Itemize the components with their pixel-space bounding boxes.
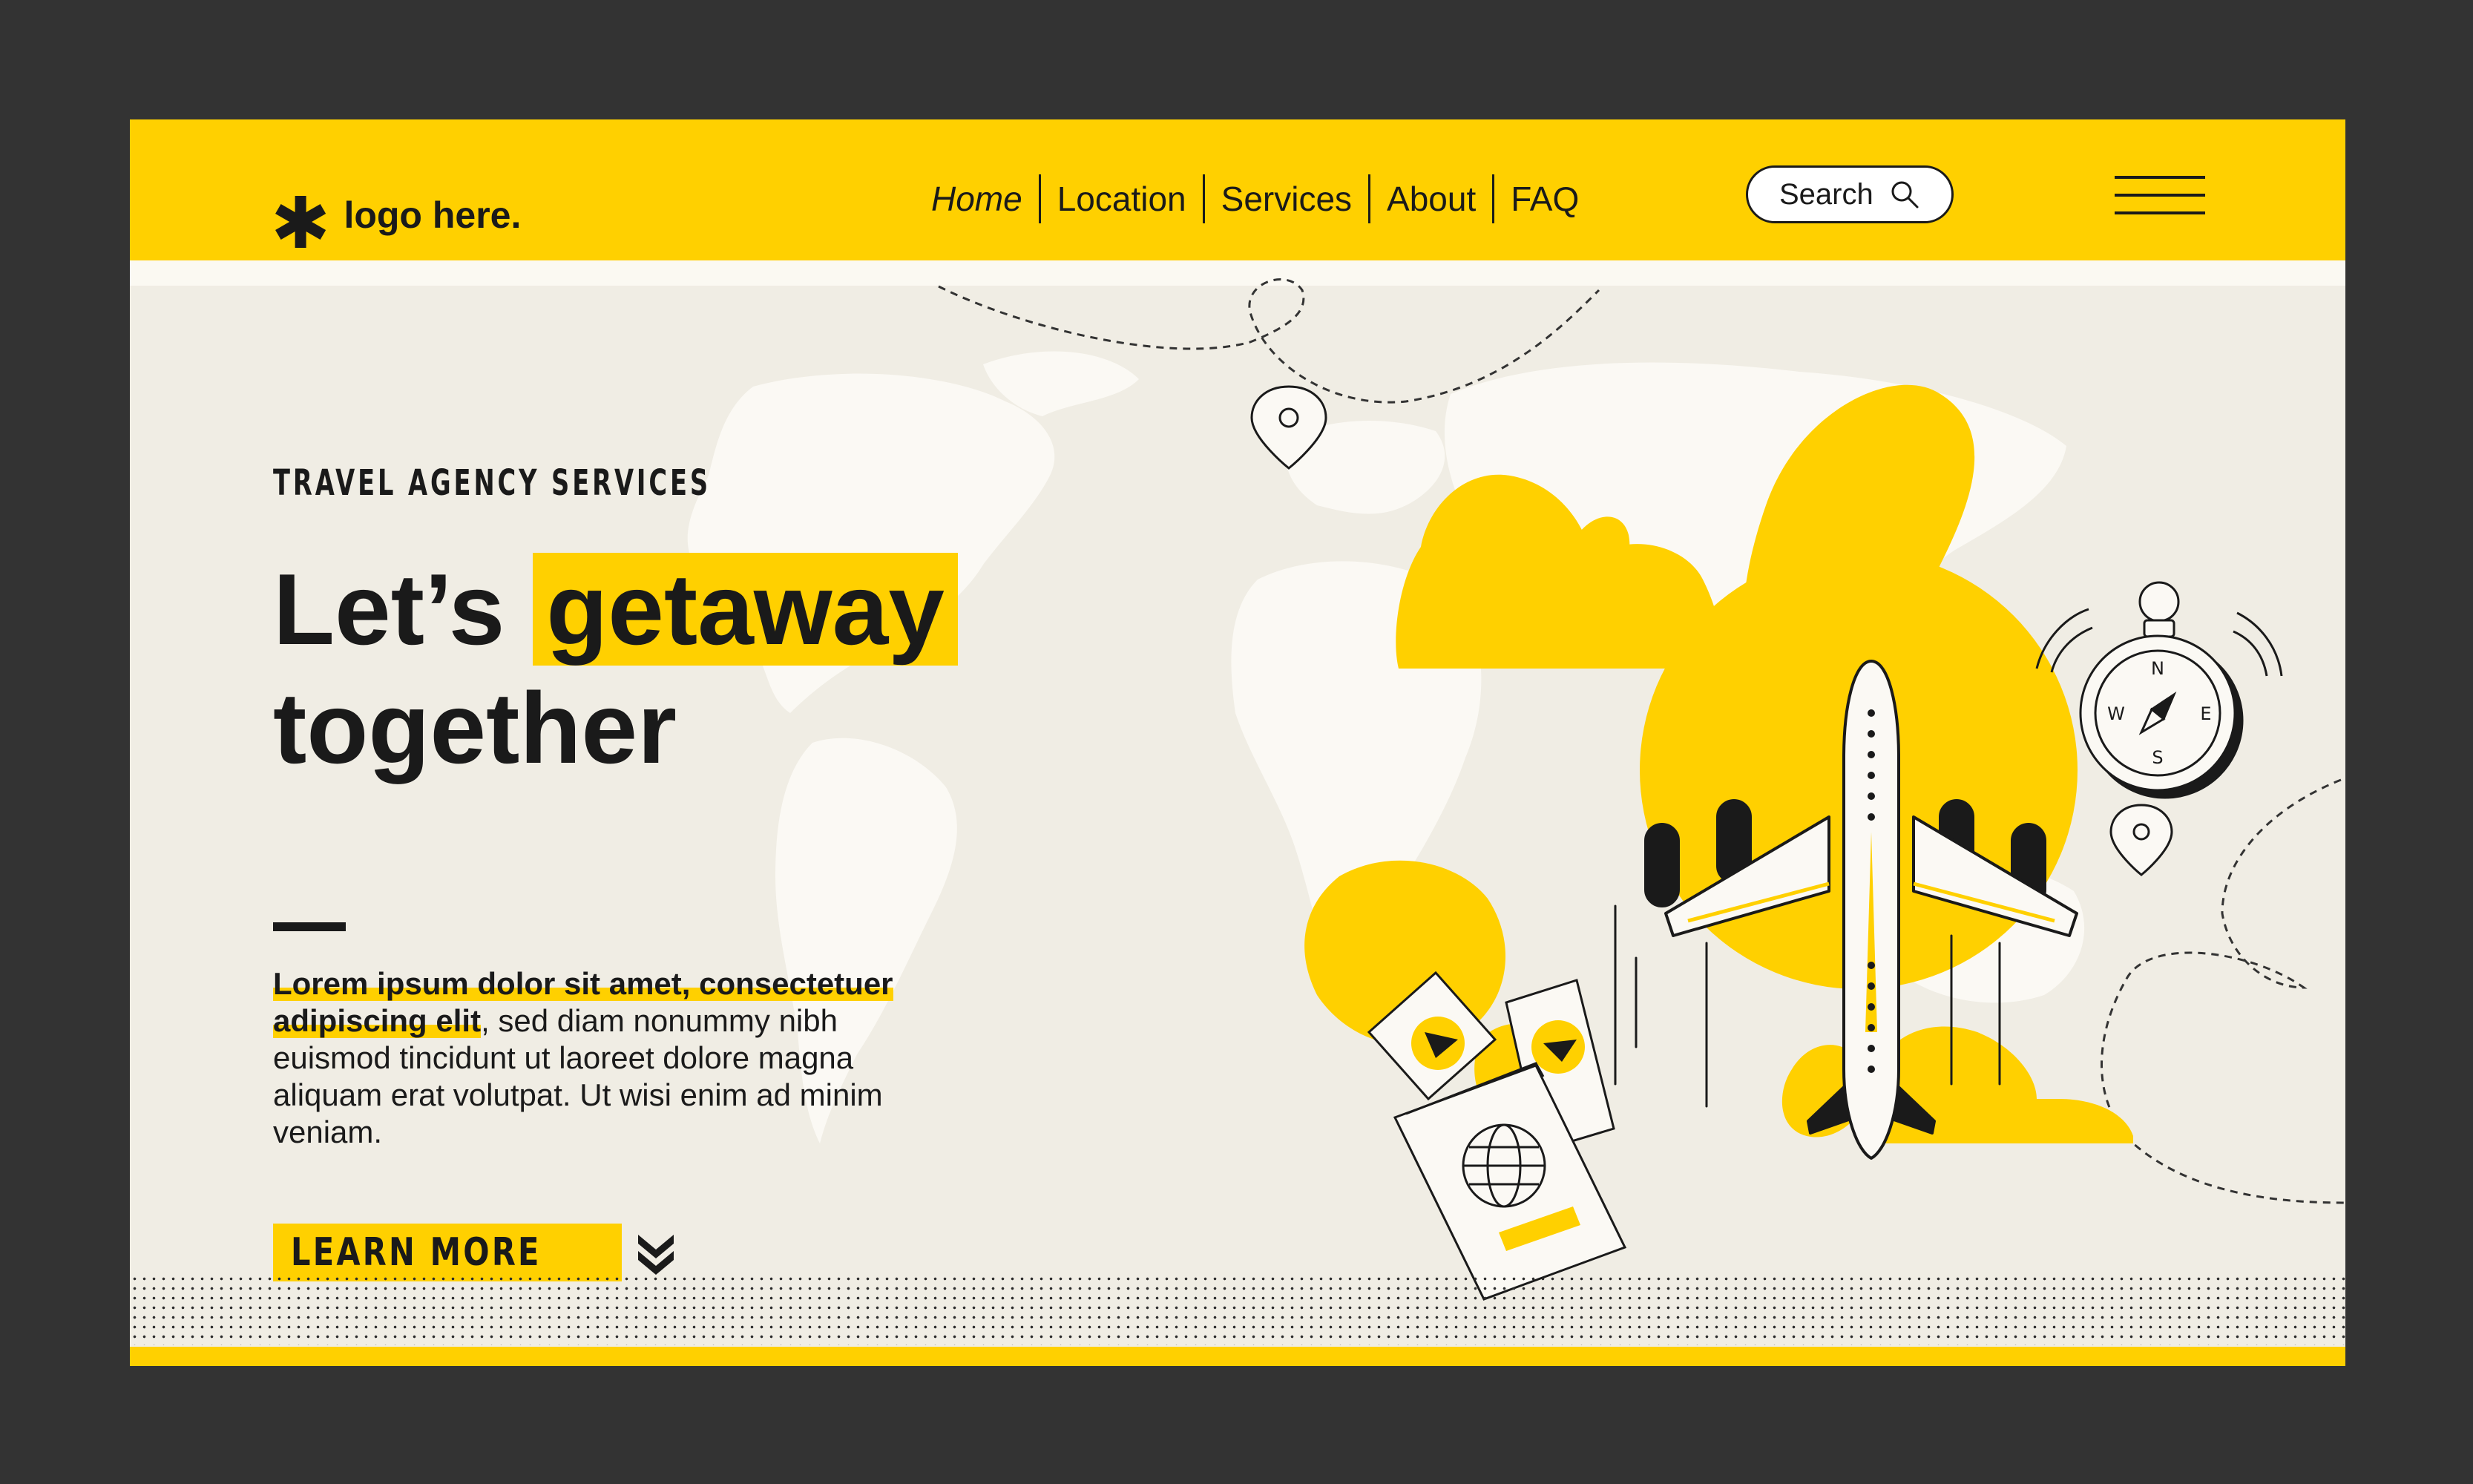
location-pin-icon bbox=[2109, 804, 2173, 876]
landing-page: ✱ logo here. Home Location Services Abou… bbox=[130, 119, 2345, 1366]
compass-south-label: S bbox=[2152, 747, 2163, 768]
compass-east-label: E bbox=[2200, 703, 2211, 724]
dotted-pattern-band bbox=[130, 1274, 2345, 1345]
travel-illustration: N E S W bbox=[938, 278, 2345, 1301]
bottom-accent-bar bbox=[130, 1347, 2345, 1366]
compass-west-label: W bbox=[2107, 703, 2125, 724]
compass-north-label: N bbox=[2151, 658, 2164, 679]
location-pin-icon bbox=[1250, 385, 1327, 470]
